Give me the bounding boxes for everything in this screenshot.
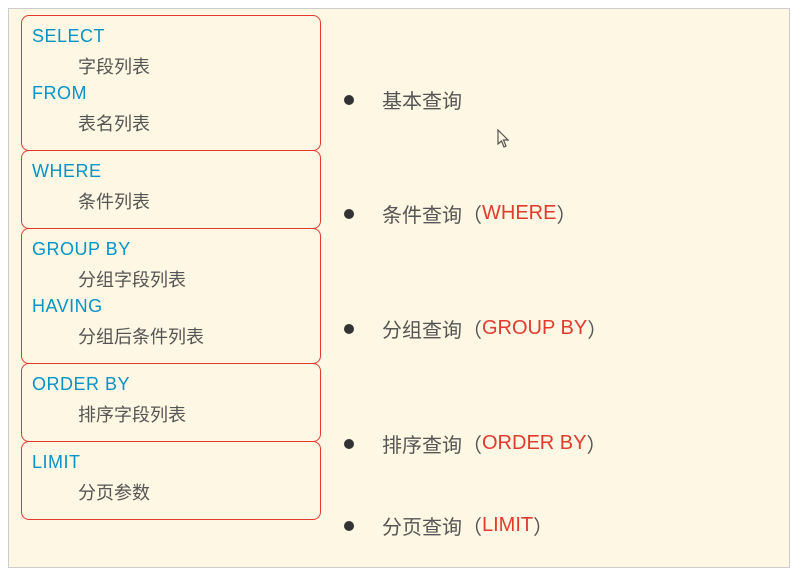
keyword-orderby: ORDER BY	[32, 374, 310, 395]
kw-limit-red: LIMIT	[482, 514, 533, 537]
label-order-query: 排序查询	[382, 429, 462, 458]
desc-tables: 表名列表	[78, 110, 310, 136]
desc-fields: 字段列表	[78, 53, 310, 79]
paren-open: （	[462, 199, 482, 228]
paren-open: （	[462, 429, 482, 458]
sql-box-orderby: ORDER BY 排序字段列表	[21, 363, 321, 442]
bullet-group-query: 分组查询 （ GROUP BY ）	[344, 314, 607, 343]
paren-close: ）	[533, 511, 553, 540]
keyword-limit: LIMIT	[32, 452, 310, 473]
paren-close: ）	[586, 429, 606, 458]
bullet-basic-query: 基本查询	[344, 85, 462, 114]
paren-open: （	[462, 511, 482, 540]
mouse-cursor-icon	[497, 129, 513, 149]
paren-close: ）	[587, 314, 607, 343]
sql-box-limit: LIMIT 分页参数	[21, 441, 321, 520]
diagram-canvas: SELECT 字段列表 FROM 表名列表 WHERE 条件列表 GROUP B…	[8, 8, 790, 568]
bullet-dot-icon	[344, 521, 354, 531]
keyword-from: FROM	[32, 83, 310, 104]
desc-page-params: 分页参数	[78, 479, 310, 505]
bullet-dot-icon	[344, 95, 354, 105]
sql-box-group-having: GROUP BY 分组字段列表 HAVING 分组后条件列表	[21, 228, 321, 364]
label-basic-query: 基本查询	[382, 85, 462, 114]
desc-having-cond: 分组后条件列表	[78, 323, 310, 349]
left-column: SELECT 字段列表 FROM 表名列表 WHERE 条件列表 GROUP B…	[21, 15, 321, 519]
kw-groupby-red: GROUP BY	[482, 317, 587, 340]
desc-order-fields: 排序字段列表	[78, 401, 310, 427]
desc-group-fields: 分组字段列表	[78, 266, 310, 292]
bullet-where-query: 条件查询 （ WHERE ）	[344, 199, 576, 228]
kw-orderby-red: ORDER BY	[482, 432, 586, 455]
bullet-dot-icon	[344, 209, 354, 219]
paren-close: ）	[556, 199, 576, 228]
bullet-order-query: 排序查询 （ ORDER BY ）	[344, 429, 606, 458]
sql-box-select-from: SELECT 字段列表 FROM 表名列表	[21, 15, 321, 151]
keyword-having: HAVING	[32, 296, 310, 317]
kw-where-red: WHERE	[482, 202, 556, 225]
paren-open: （	[462, 314, 482, 343]
label-where-query: 条件查询	[382, 199, 462, 228]
label-limit-query: 分页查询	[382, 511, 462, 540]
label-group-query: 分组查询	[382, 314, 462, 343]
keyword-where: WHERE	[32, 161, 310, 182]
bullet-dot-icon	[344, 324, 354, 334]
keyword-select: SELECT	[32, 26, 310, 47]
bullet-dot-icon	[344, 439, 354, 449]
keyword-groupby: GROUP BY	[32, 239, 310, 260]
sql-box-where: WHERE 条件列表	[21, 150, 321, 229]
bullet-limit-query: 分页查询 （ LIMIT ）	[344, 511, 553, 540]
desc-conditions: 条件列表	[78, 188, 310, 214]
